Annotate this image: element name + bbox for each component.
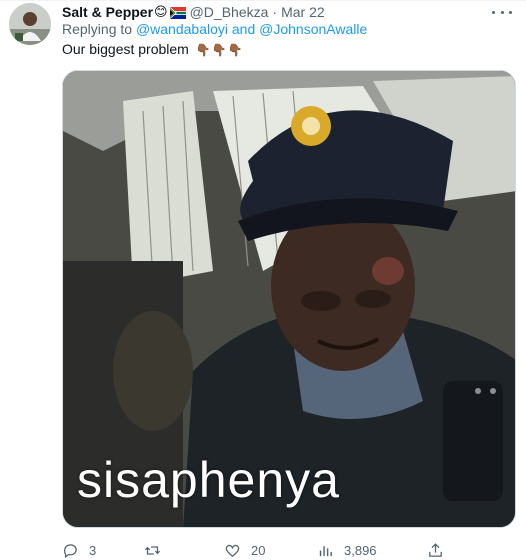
- avatar[interactable]: [9, 3, 51, 45]
- like-count: 20: [251, 542, 266, 558]
- user-handle[interactable]: @D_Bhekza: [190, 4, 269, 20]
- pointing-down-emojis: 👇🏾👇🏾👇🏾: [195, 43, 244, 57]
- share-icon: [429, 542, 442, 557]
- views-chart-icon: [319, 545, 332, 556]
- reply-bubble-icon: [64, 543, 77, 558]
- tweet-date[interactable]: Mar 22: [281, 4, 325, 20]
- mention-join: and: [231, 21, 256, 37]
- replying-prefix: Replying to: [62, 21, 133, 37]
- retweet-button[interactable]: [144, 540, 171, 560]
- media-caption: sisaphenya: [77, 452, 340, 508]
- reply-button[interactable]: 3: [62, 540, 96, 560]
- views-button[interactable]: 3,896: [317, 540, 377, 560]
- display-name[interactable]: Salt & Pepper: [62, 4, 153, 20]
- tweet[interactable]: Salt & Pepper 😊 @D_Bhekza · Mar 22 Reply…: [0, 0, 526, 560]
- south-africa-flag-icon: [169, 6, 186, 19]
- views-count: 3,896: [344, 542, 377, 558]
- like-button[interactable]: 20: [224, 540, 265, 560]
- tweet-media-image[interactable]: sisaphenya: [62, 70, 516, 528]
- share-button[interactable]: [427, 540, 444, 560]
- tweet-header: Salt & Pepper 😊 @D_Bhekza · Mar 22: [62, 3, 486, 21]
- heart-icon: [225, 544, 240, 557]
- replying-to: Replying to @wandabaloyi and @JohnsonAwa…: [62, 21, 367, 37]
- mention-link[interactable]: @JohnsonAwalle: [259, 21, 367, 37]
- smile-emoji: 😊: [154, 4, 168, 19]
- mention-link[interactable]: @wandabaloyi: [136, 21, 228, 37]
- more-dots-icon[interactable]: [492, 4, 512, 20]
- retweet-icon: [144, 545, 161, 555]
- tweet-actions: 3 20 3,896: [62, 540, 526, 560]
- tweet-body: Our biggest problem: [62, 41, 189, 57]
- reply-count: 3: [89, 542, 97, 558]
- tweet-text: Our biggest problem 👇🏾👇🏾👇🏾: [62, 41, 244, 57]
- separator: ·: [272, 4, 278, 20]
